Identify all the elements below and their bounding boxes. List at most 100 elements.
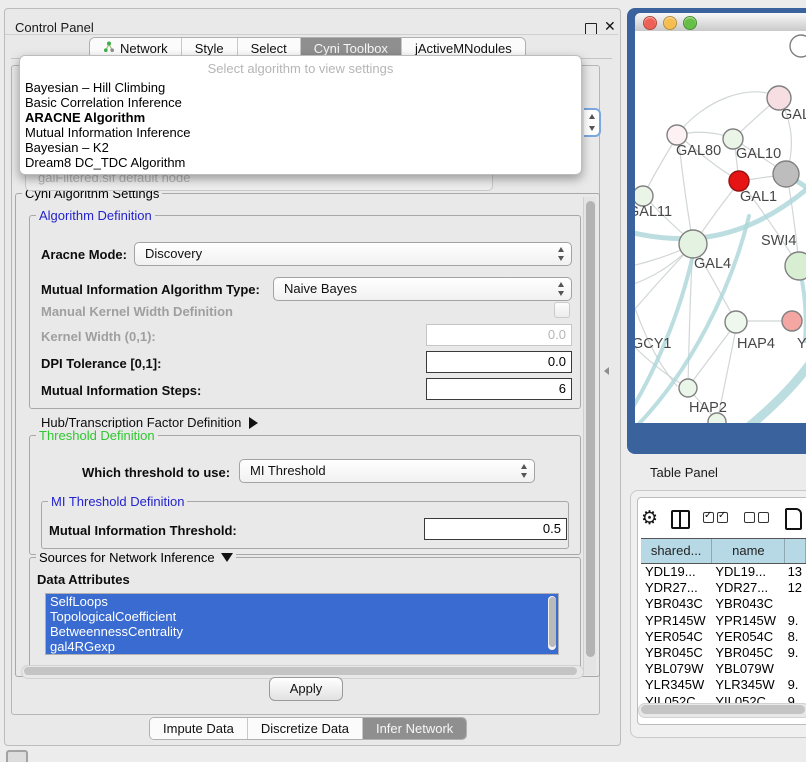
attribute-list-item[interactable]: SelfLoops xyxy=(46,594,558,609)
algorithm-option[interactable]: Bayesian – K2 xyxy=(20,140,581,155)
tab-impute-data[interactable]: Impute Data xyxy=(150,718,247,739)
titlebar-divider xyxy=(5,34,618,35)
attribute-list-item[interactable]: BetweennessCentrality xyxy=(46,624,558,639)
scrollbar-thumb[interactable] xyxy=(641,705,805,714)
graph-node-node-gray[interactable] xyxy=(773,161,799,187)
graph-node-HAP4[interactable] xyxy=(725,311,747,333)
scrollbar-thumb[interactable] xyxy=(549,597,556,647)
attribute-list-item[interactable]: TopologicalCoefficient xyxy=(46,609,558,624)
table-cell: YDL19... xyxy=(641,564,711,580)
table-cell: YPR145W xyxy=(711,613,783,629)
mi-threshold-definition-title: MI Threshold Definition xyxy=(48,494,187,509)
graph-node-node-salmon[interactable] xyxy=(782,311,802,331)
settings-vertical-scrollbar[interactable] xyxy=(583,197,596,675)
application-root: Control Panel ✕ NetworkStyleSelectCyni T… xyxy=(0,0,806,762)
select-all-icon[interactable] xyxy=(703,510,731,528)
graph-node-label: GAL1 xyxy=(740,189,777,205)
stepper-up-icon xyxy=(558,282,564,287)
algorithm-combo-fragment[interactable] xyxy=(584,108,601,137)
graph-edge xyxy=(678,92,779,134)
network-window-titlebar[interactable] xyxy=(635,13,806,32)
network-graph: GALGAL80GAL10GAL1GAL11GAL4SWI4GCY1HAP4YH… xyxy=(635,31,806,423)
table-cell: YDR27... xyxy=(641,580,711,596)
column-header[interactable] xyxy=(785,539,806,563)
split-column-icon[interactable] xyxy=(671,510,690,529)
stepper-down-icon xyxy=(558,291,564,296)
aracne-mode-combo[interactable]: Discovery xyxy=(134,242,572,266)
graph-node-GAL80[interactable] xyxy=(667,125,687,145)
algorithm-option[interactable]: Dream8 DC_TDC Algorithm xyxy=(20,155,581,170)
list-vertical-scrollbar[interactable] xyxy=(548,596,556,650)
mi-steps-field[interactable]: 6 xyxy=(426,378,572,400)
graph-node-HAP2[interactable] xyxy=(679,379,697,397)
data-attributes-label: Data Attributes xyxy=(37,572,130,587)
close-icon[interactable]: ✕ xyxy=(604,18,616,35)
table-cell: 9. xyxy=(784,613,806,629)
minimize-traffic-light[interactable] xyxy=(663,16,677,30)
gear-icon[interactable]: ⚙ xyxy=(641,509,658,529)
graph-node-GAL4[interactable] xyxy=(679,230,707,258)
table-row[interactable]: YBL079WYBL079W xyxy=(641,661,806,677)
mi-threshold-label: Mutual Information Threshold: xyxy=(49,523,237,538)
column-header[interactable]: name xyxy=(712,539,785,563)
kernel-width-field[interactable]: 0.0 xyxy=(426,324,572,346)
table-panel-toolbar: ⚙ xyxy=(641,504,806,534)
zoom-traffic-light[interactable] xyxy=(683,16,697,30)
table-row[interactable]: YDR27...YDR27...12 xyxy=(641,580,806,596)
tab-label: Network xyxy=(120,41,168,56)
column-header[interactable]: shared... xyxy=(641,539,712,563)
table-row[interactable]: YBR045CYBR045C9. xyxy=(641,645,806,661)
graph-node-GAL11[interactable] xyxy=(635,186,653,206)
mi-threshold-field[interactable]: 0.5 xyxy=(424,518,567,540)
sources-title-row[interactable]: Sources for Network Inference xyxy=(36,550,236,565)
apply-button[interactable]: Apply xyxy=(269,677,343,701)
table-cell: YDL19... xyxy=(711,564,783,580)
tab-infer-network[interactable]: Infer Network xyxy=(362,718,466,739)
algorithm-option[interactable]: Mutual Information Inference xyxy=(20,125,581,140)
tab-label: Cyni Toolbox xyxy=(314,41,388,56)
table-cell: YPR145W xyxy=(641,613,711,629)
mi-algorithm-type-combo[interactable]: Naive Bayes xyxy=(273,277,572,301)
which-threshold-label: Which threshold to use: xyxy=(82,465,230,480)
control-panel-window: Control Panel ✕ NetworkStyleSelectCyni T… xyxy=(4,8,621,746)
algorithm-option[interactable]: Basic Correlation Inference xyxy=(20,95,581,110)
algorithm-option[interactable]: Bayesian – Hill Climbing xyxy=(20,80,581,95)
splitter-collapse-icon[interactable] xyxy=(604,367,609,375)
table-cell: YBR045C xyxy=(641,645,711,661)
graph-node-label: HAP2 xyxy=(689,400,727,416)
table-row[interactable]: YPR145WYPR145W9. xyxy=(641,613,806,629)
graph-node-GAL1[interactable] xyxy=(729,171,749,191)
graph-edge xyxy=(689,323,736,386)
algorithm-dropdown-items: Bayesian – Hill ClimbingBasic Correlatio… xyxy=(20,80,581,170)
page-icon[interactable] xyxy=(785,508,802,530)
table-cell: 13 xyxy=(784,564,806,580)
collapsed-panel-stub[interactable] xyxy=(6,750,28,762)
which-threshold-combo[interactable]: MI Threshold xyxy=(239,459,535,483)
table-row[interactable]: YER054CYER054C8. xyxy=(641,629,806,645)
window-title: Control Panel xyxy=(15,20,94,35)
checked-box-icon xyxy=(717,512,728,523)
data-attributes-list[interactable]: SelfLoopsTopologicalCoefficientBetweenne… xyxy=(45,593,559,655)
table-row[interactable]: YBR043CYBR043C xyxy=(641,596,806,612)
graph-node-label: GAL10 xyxy=(736,146,781,162)
algorithm-option[interactable]: ARACNE Algorithm xyxy=(20,110,581,125)
table-row[interactable]: YDL19...YDL19...13 xyxy=(641,564,806,580)
aracne-mode-label: Aracne Mode: xyxy=(41,247,127,262)
graph-node-node-top-right[interactable] xyxy=(790,35,806,57)
tab-label: Select xyxy=(251,41,287,56)
scrollbar-thumb[interactable] xyxy=(24,667,577,675)
close-traffic-light[interactable] xyxy=(643,16,657,30)
aracne-mode-value: Discovery xyxy=(145,246,202,261)
attribute-list-item[interactable]: gal4RGexp xyxy=(46,639,558,654)
dpi-tolerance-field[interactable]: 0.0 xyxy=(426,351,572,373)
manual-kernel-checkbox[interactable] xyxy=(554,302,570,318)
network-view-canvas[interactable]: GALGAL80GAL10GAL1GAL11GAL4SWI4GCY1HAP4YH… xyxy=(635,31,806,423)
clear-selection-icon[interactable] xyxy=(744,510,772,528)
stepper-down-icon xyxy=(558,256,564,261)
graph-node-SWI4[interactable] xyxy=(785,252,806,280)
tab-discretize-data[interactable]: Discretize Data xyxy=(247,718,362,739)
scrollbar-thumb[interactable] xyxy=(586,201,595,657)
table-row[interactable]: YLR345WYLR345W9. xyxy=(641,677,806,693)
table-cell: YER054C xyxy=(641,629,711,645)
table-horizontal-scrollbar[interactable] xyxy=(638,703,806,718)
